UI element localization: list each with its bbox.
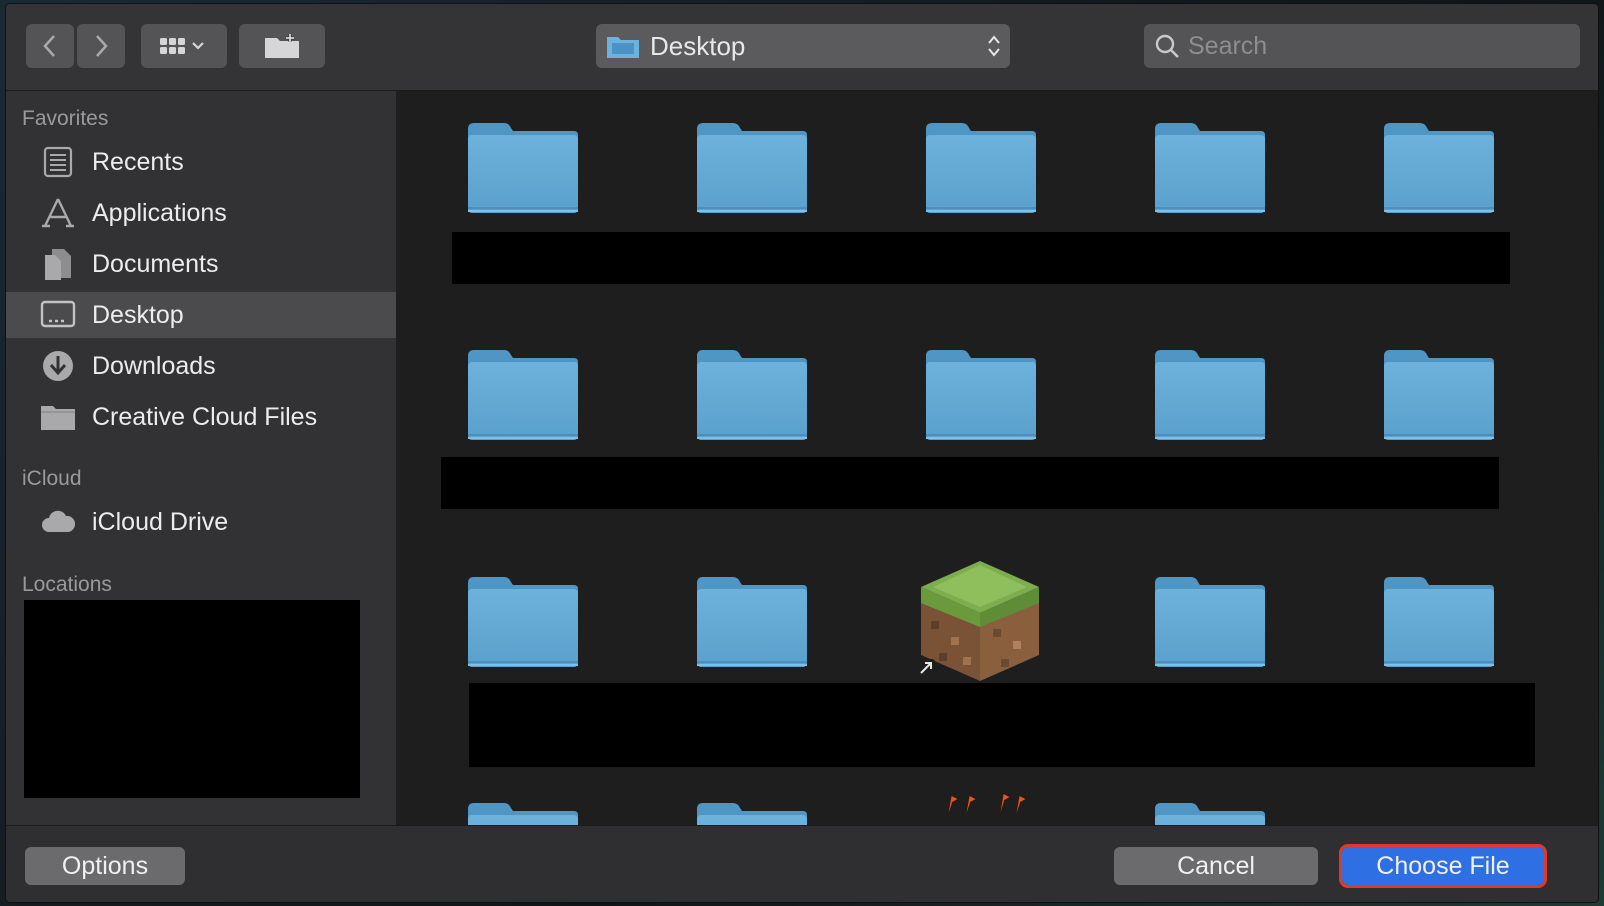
- sidebar: Favorites Recents Applications Documents…: [6, 91, 397, 825]
- flags-app-icon[interactable]: [937, 787, 1037, 825]
- folder-icon[interactable]: [462, 346, 582, 446]
- recents-icon: [38, 142, 78, 182]
- desktop-icon: [38, 295, 78, 335]
- search-icon: [1155, 34, 1179, 58]
- sidebar-item-label: Desktop: [92, 300, 184, 329]
- minecraft-alias-icon[interactable]: [917, 557, 1043, 685]
- icon-view-grid-icon: [160, 38, 204, 54]
- folder-icon[interactable]: [1149, 799, 1269, 825]
- folder-icon[interactable]: [1378, 573, 1498, 673]
- icloud-heading: iCloud: [22, 467, 82, 490]
- cancel-button[interactable]: Cancel: [1114, 847, 1318, 885]
- downloads-icon: [38, 346, 78, 386]
- toolbar: Desktop: [6, 4, 1598, 91]
- up-down-chevron-icon: [988, 35, 1000, 57]
- desktop-folder-icon: [607, 37, 639, 58]
- sidebar-item-desktop[interactable]: Desktop: [6, 292, 396, 338]
- folder-icon[interactable]: [691, 346, 811, 446]
- search-input[interactable]: [1186, 30, 1550, 62]
- sidebar-item-creative-cloud-files[interactable]: Creative Cloud Files: [6, 394, 396, 440]
- sidebar-item-label: Applications: [92, 198, 227, 227]
- new-folder-button[interactable]: [239, 24, 325, 68]
- path-label: Desktop: [650, 30, 746, 61]
- documents-icon: [38, 244, 78, 284]
- view-options-button[interactable]: [141, 24, 227, 68]
- sidebar-item-documents[interactable]: Documents: [6, 241, 396, 287]
- bottom-bar: Options Cancel Choose File: [6, 825, 1598, 902]
- folder-icon[interactable]: [462, 799, 582, 825]
- sidebar-item-label: Documents: [92, 249, 219, 278]
- folder-icon: [38, 397, 78, 437]
- folder-icon[interactable]: [1378, 119, 1498, 219]
- sidebar-item-label: Creative Cloud Files: [92, 402, 318, 431]
- sidebar-item-applications[interactable]: Applications: [6, 190, 396, 236]
- locations-redacted: [24, 600, 360, 798]
- folder-icon[interactable]: [462, 573, 582, 673]
- file-browser-grid[interactable]: [397, 91, 1598, 825]
- options-button[interactable]: Options: [25, 847, 185, 885]
- open-file-dialog: Desktop Favorites Recents: [6, 4, 1598, 902]
- redacted-labels: [441, 457, 1499, 509]
- favorites-heading: Favorites: [22, 107, 109, 130]
- sidebar-item-downloads[interactable]: Downloads: [6, 343, 396, 389]
- back-button[interactable]: [26, 24, 74, 68]
- folder-icon[interactable]: [1149, 573, 1269, 673]
- sidebar-item-label: Recents: [92, 147, 184, 176]
- search-field[interactable]: [1144, 24, 1580, 68]
- sidebar-item-label: iCloud Drive: [92, 507, 229, 536]
- folder-icon[interactable]: [920, 119, 1040, 219]
- folder-icon[interactable]: [920, 346, 1040, 446]
- folder-icon[interactable]: [462, 119, 582, 219]
- choose-file-button[interactable]: Choose File: [1339, 844, 1547, 888]
- chevron-left-icon: [43, 35, 55, 57]
- folder-icon[interactable]: [691, 799, 811, 825]
- redacted-labels: [452, 232, 1510, 284]
- cloud-icon: [38, 502, 78, 542]
- sidebar-item-label: Downloads: [92, 351, 216, 380]
- forward-button[interactable]: [77, 24, 125, 68]
- path-popup[interactable]: Desktop: [596, 24, 1010, 68]
- folder-icon[interactable]: [691, 573, 811, 673]
- new-folder-icon: [265, 34, 299, 58]
- folder-icon[interactable]: [1149, 346, 1269, 446]
- folder-icon[interactable]: [1378, 346, 1498, 446]
- redacted-labels: [469, 683, 1535, 767]
- sidebar-item-recents[interactable]: Recents: [6, 139, 396, 185]
- sidebar-item-icloud-drive[interactable]: iCloud Drive: [6, 499, 396, 545]
- chevron-right-icon: [96, 35, 108, 57]
- applications-icon: [38, 193, 78, 233]
- folder-icon[interactable]: [691, 119, 811, 219]
- locations-heading: Locations: [22, 573, 112, 596]
- folder-icon[interactable]: [1149, 119, 1269, 219]
